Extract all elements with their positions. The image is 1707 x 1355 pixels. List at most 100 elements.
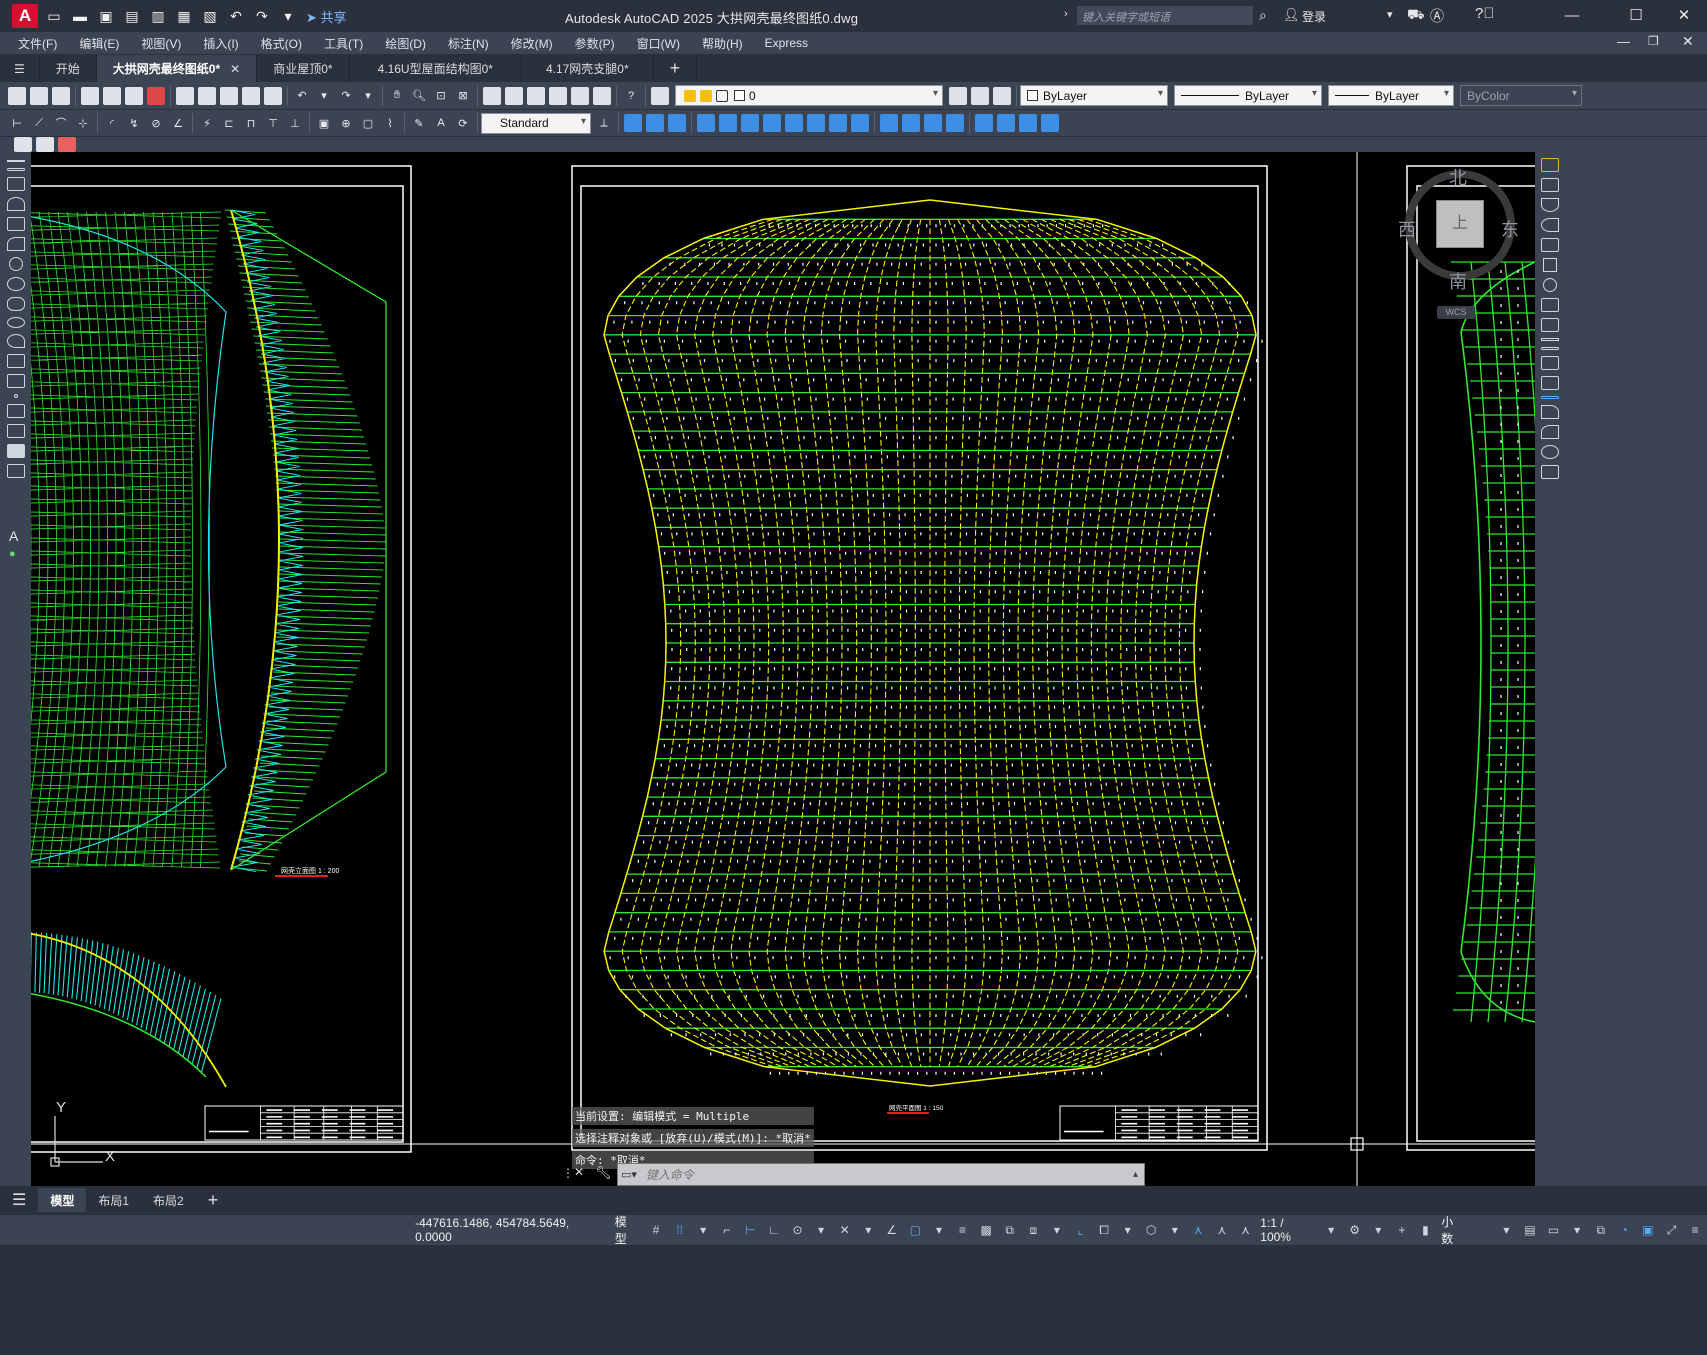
viewcube-east-label[interactable]: 东 <box>1501 216 1519 242</box>
grid-icon[interactable]: # <box>647 1222 665 1238</box>
gradient-icon[interactable] <box>6 424 25 438</box>
color-edges-icon[interactable] <box>902 114 920 132</box>
new-tab-button[interactable]: + <box>654 55 698 82</box>
isolate-objects-icon[interactable]: ⧉ <box>1592 1222 1610 1238</box>
dynamic-input-icon[interactable]: ⊢ <box>742 1222 760 1238</box>
command-line[interactable]: ▭▾ ▴ <box>617 1163 1145 1186</box>
polyline-icon[interactable] <box>6 177 25 191</box>
multiline-text-icon[interactable]: A <box>9 528 18 544</box>
model-space-toggle[interactable]: 模型 <box>615 1213 638 1247</box>
workspace-icon-3[interactable] <box>58 137 76 152</box>
chevron-down-icon[interactable]: ▾ <box>1166 1222 1184 1238</box>
delete-faces-icon[interactable] <box>763 114 781 132</box>
save-as-icon[interactable]: ▤ <box>122 7 142 25</box>
redo-toolbar-icon[interactable]: ↷ <box>337 87 355 105</box>
help-search-input[interactable]: 键入关键字或短语 <box>1076 5 1254 26</box>
tool-palettes-icon[interactable] <box>527 86 545 105</box>
zoom-previous-icon[interactable]: ⊠ <box>454 87 472 105</box>
ellipse-arc-icon[interactable] <box>6 334 25 348</box>
undo-icon[interactable]: ↶ <box>226 7 246 25</box>
gizmo-icon[interactable]: ⬡ <box>1142 1222 1160 1238</box>
markup-icon[interactable] <box>571 86 589 105</box>
tab-drawing-2[interactable]: 商业屋顶0* <box>257 55 350 82</box>
dim-space-icon[interactable]: ⊤ <box>264 114 282 132</box>
tab-model[interactable]: 模型 <box>38 1188 87 1212</box>
solidedit-icon[interactable] <box>1041 114 1059 132</box>
infer-constraints-icon[interactable]: ⌐ <box>718 1222 736 1238</box>
center-mark-icon[interactable]: ⊕ <box>337 114 355 132</box>
paste-icon[interactable] <box>220 86 238 105</box>
solid-union-icon[interactable] <box>624 114 642 132</box>
explode-icon[interactable] <box>1541 465 1559 479</box>
rectangle-icon[interactable] <box>6 217 25 231</box>
workspace-gear-icon[interactable]: ⚙ <box>1346 1222 1364 1238</box>
chevron-down-icon[interactable]: ▾ <box>1568 1222 1586 1238</box>
tab-start[interactable]: 开始 <box>40 55 97 82</box>
layer-dropdown[interactable]: 0 ▾ <box>675 85 943 106</box>
chevron-down-icon[interactable]: ▾ <box>859 1222 877 1238</box>
3d-print-icon[interactable] <box>147 86 165 105</box>
tab-drawing-3[interactable]: 4.16U型屋面结构图0* <box>350 55 522 82</box>
polygon-icon[interactable] <box>6 197 25 211</box>
tab-menu-icon[interactable]: ☰ <box>0 55 40 82</box>
selection-filter-icon[interactable]: ⧠ <box>1095 1222 1113 1238</box>
copy-edges-icon[interactable] <box>880 114 898 132</box>
menu-help[interactable]: 帮助(H) <box>702 35 743 52</box>
offset-icon[interactable] <box>1541 218 1559 232</box>
clean-icon[interactable] <box>946 114 964 132</box>
menu-tools[interactable]: 工具(T) <box>324 35 363 52</box>
menu-file[interactable]: 文件(F) <box>18 35 57 52</box>
matchprop-icon[interactable] <box>242 86 260 105</box>
separate-icon[interactable] <box>975 114 993 132</box>
fillet-icon[interactable] <box>1541 425 1559 439</box>
chevron-down-icon[interactable]: ▾ <box>1498 1222 1516 1238</box>
autodesk-app-icon[interactable]: Ⓐ <box>1430 6 1444 26</box>
mirror-icon[interactable] <box>1541 198 1559 212</box>
plot-toolbar-icon[interactable] <box>81 86 99 105</box>
check-icon[interactable] <box>1019 114 1037 132</box>
chevron-down-icon[interactable]: ▾ <box>930 1222 948 1238</box>
angular-icon[interactable]: ∠ <box>169 114 187 132</box>
publish-icon[interactable]: ▥ <box>148 7 168 25</box>
dynamic-ucs-icon[interactable]: ⌞ <box>1072 1222 1090 1238</box>
drawing-area[interactable]: 网壳立面图 1 : 200 网壳平面图 1 : 150 Y X 上 北 南 东 … <box>31 152 1535 1186</box>
revcloud-icon[interactable] <box>6 277 25 291</box>
quickcalc-icon[interactable] <box>593 86 611 105</box>
inspection-icon[interactable]: ▢ <box>359 114 377 132</box>
join-icon[interactable] <box>1541 396 1559 399</box>
chevron-down-icon[interactable]: ▾ <box>1119 1222 1137 1238</box>
blend-curves-icon[interactable] <box>1541 445 1559 459</box>
sheet-set-icon[interactable] <box>549 86 567 105</box>
copy-faces-icon[interactable] <box>829 114 847 132</box>
move-icon[interactable] <box>1543 258 1557 272</box>
graphics-performance-icon[interactable]: ◔ <box>1616 1222 1634 1238</box>
ortho-icon[interactable]: ∟ <box>765 1222 783 1238</box>
trim-icon[interactable] <box>1541 338 1559 341</box>
aligned-dim-icon[interactable]: ⟋ <box>30 114 48 132</box>
lock-ui-icon[interactable]: ▭ <box>1545 1222 1563 1238</box>
open-file-icon[interactable]: ▬ <box>70 7 90 25</box>
viewcube-top-face[interactable]: 上 <box>1436 200 1484 248</box>
stretch-icon[interactable] <box>1541 318 1559 332</box>
arc-length-icon[interactable]: ⌒ <box>52 114 70 132</box>
solid-subtract-icon[interactable] <box>646 114 664 132</box>
menu-window[interactable]: 窗口(W) <box>637 35 680 52</box>
command-close-icon[interactable]: ✕ <box>574 1165 584 1179</box>
make-current-icon[interactable] <box>949 86 967 105</box>
command-grip-icon[interactable]: ⋮ <box>562 1166 574 1180</box>
command-history-toggle-icon[interactable]: ▴ <box>1133 1169 1144 1180</box>
properties-icon[interactable] <box>483 86 501 105</box>
rotate-faces-icon[interactable] <box>785 114 803 132</box>
solid-intersect-icon[interactable] <box>668 114 686 132</box>
maximize-button[interactable]: ☐ <box>1624 6 1648 26</box>
redo-dropdown-icon[interactable]: ▾ <box>359 87 377 105</box>
linear-dim-icon[interactable]: ⊢ <box>8 114 26 132</box>
menu-insert[interactable]: 插入(I) <box>203 35 238 52</box>
autocad-logo-icon[interactable]: A <box>12 4 38 28</box>
redo-icon[interactable]: ↷ <box>252 7 272 25</box>
color-dropdown[interactable]: ByLayer ▾ <box>1020 85 1168 106</box>
insert-block-icon[interactable] <box>6 354 25 368</box>
units-value[interactable]: 小数 <box>1441 1213 1464 1247</box>
undo-dropdown-icon[interactable]: ▾ <box>315 87 333 105</box>
open-icon[interactable] <box>30 86 48 105</box>
